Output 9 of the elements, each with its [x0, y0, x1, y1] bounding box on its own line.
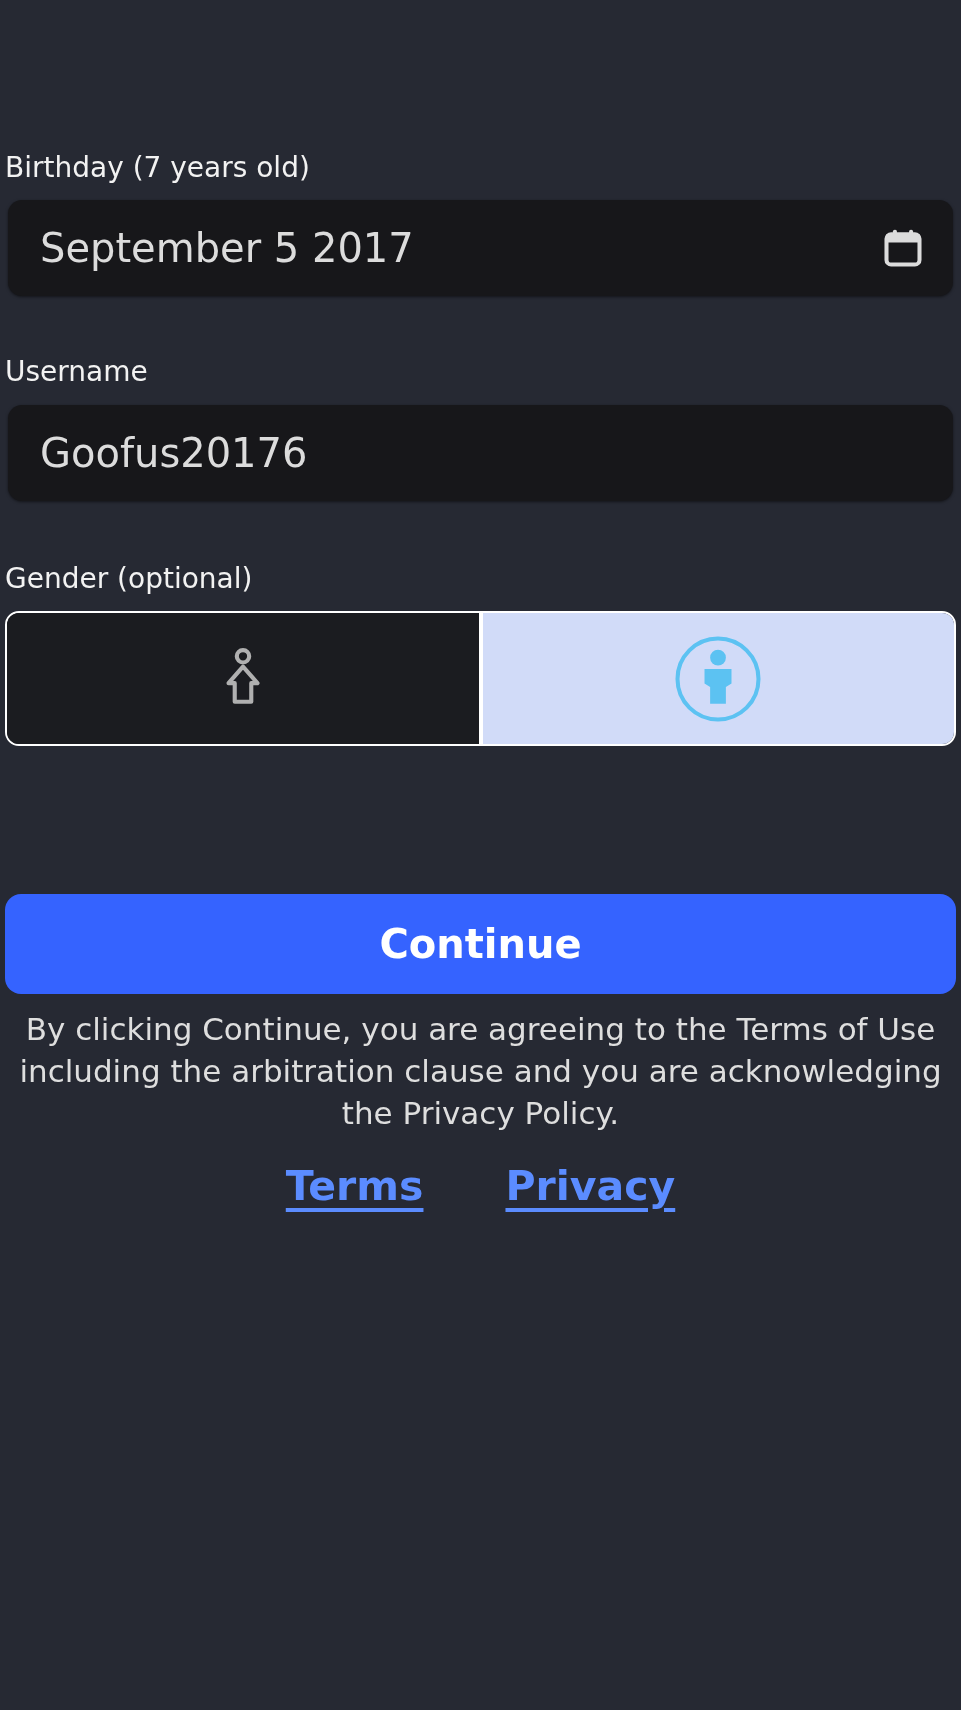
disclaimer-text: By clicking Continue, you are agreeing to the Terms of Use including the arbitration clause and you are acknowledging the Privacy Policy. [18, 1010, 943, 1134]
continue-button[interactable]: Continue [5, 894, 956, 995]
username-field[interactable]: Goofus20176 [8, 404, 953, 501]
field-label: Gender (optional) [5, 560, 254, 597]
field-label: Username [5, 354, 149, 391]
privacy-link[interactable]: Privacy [505, 1156, 676, 1218]
terms-link[interactable]: Terms [285, 1156, 424, 1218]
date-field[interactable]: September 5 2017 [8, 200, 953, 297]
field-label: Birthday (7 years old) [5, 150, 311, 186]
